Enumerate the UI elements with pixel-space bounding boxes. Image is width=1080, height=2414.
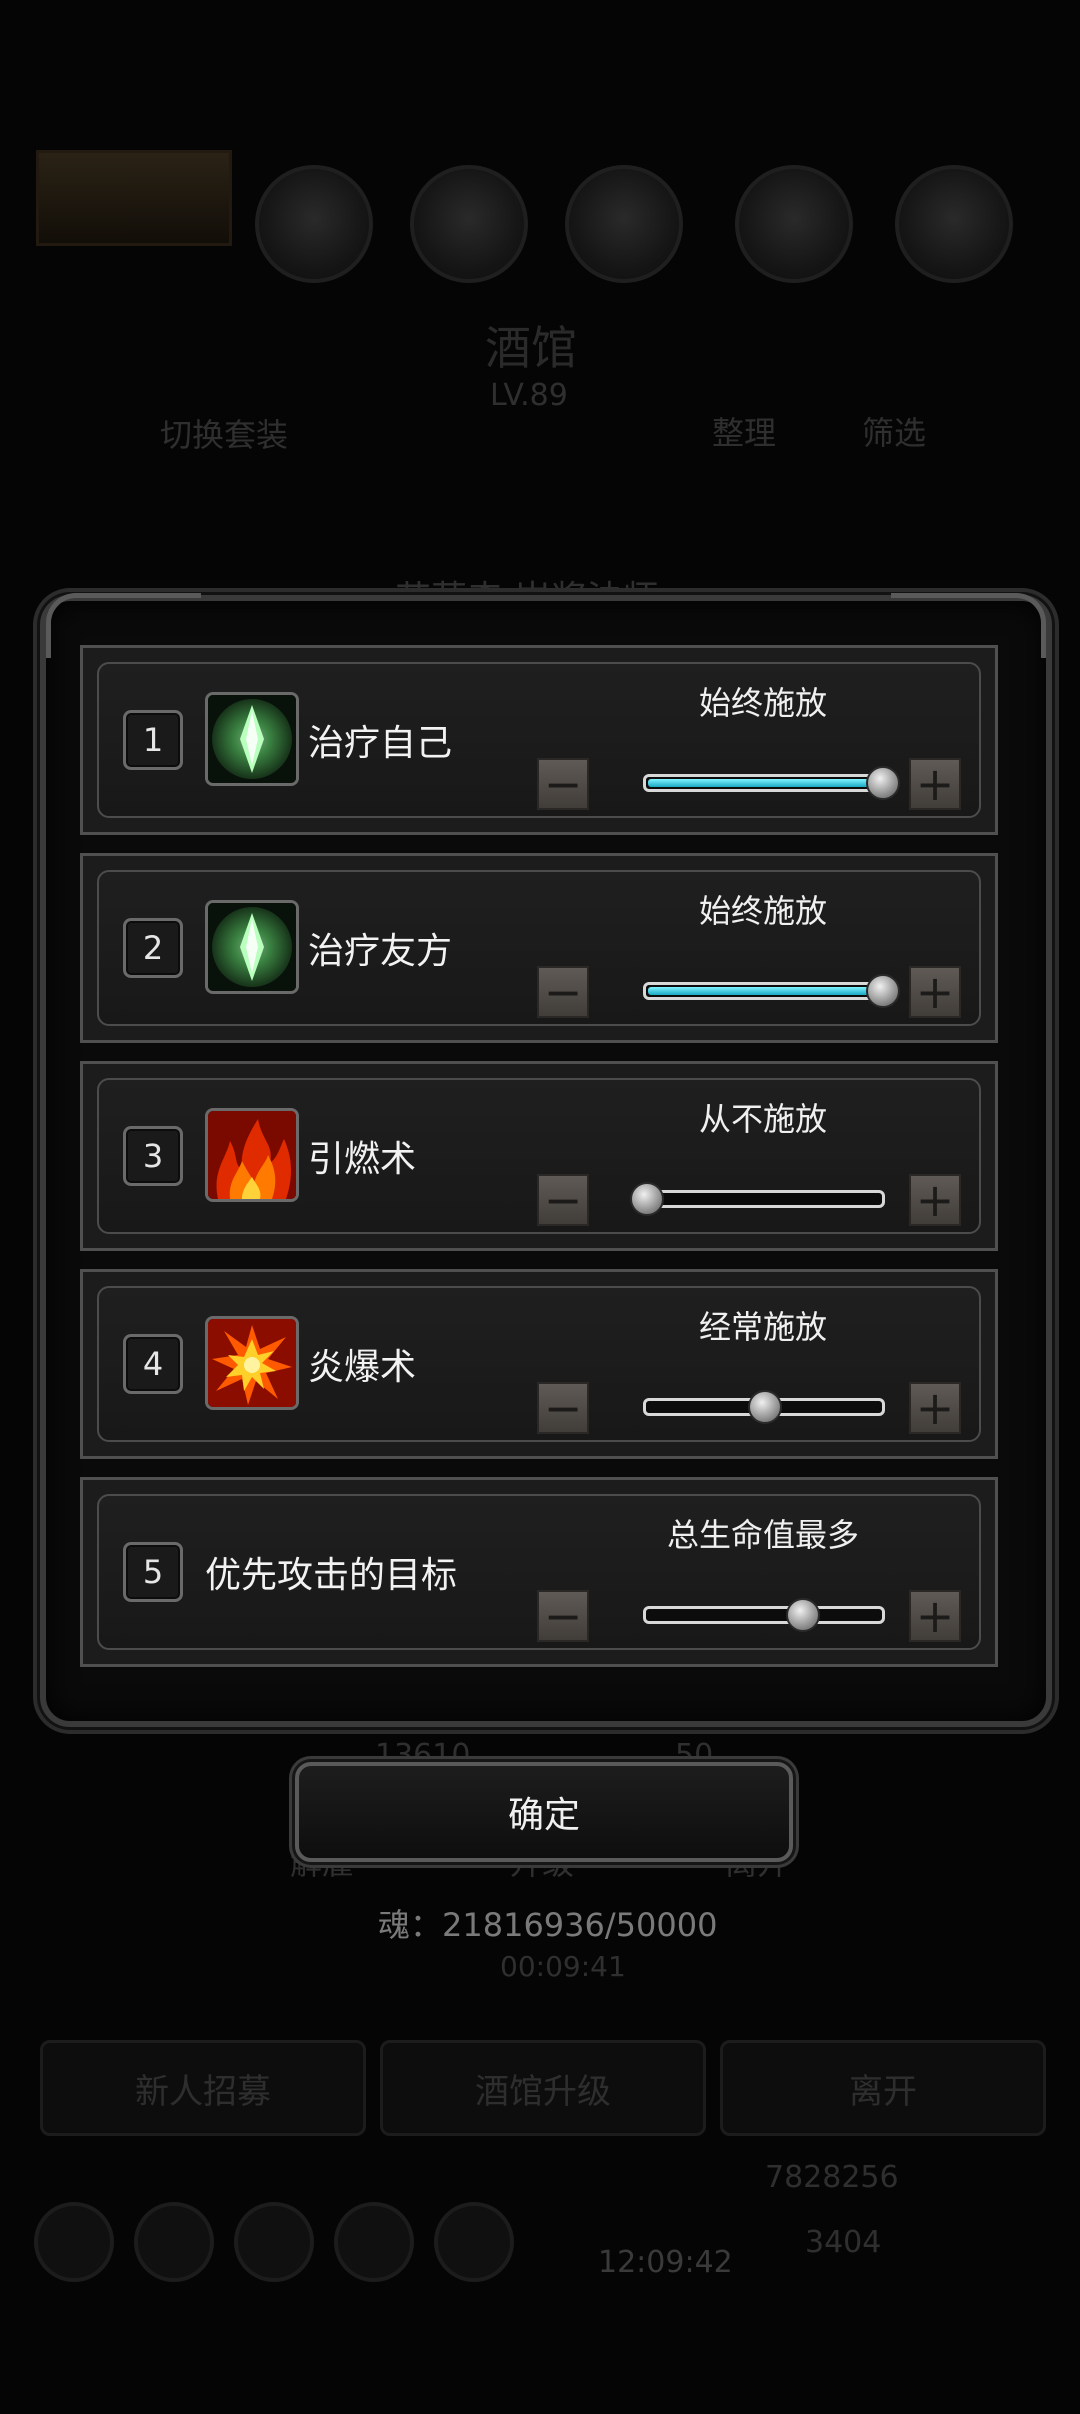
bg-menu-icon	[34, 2202, 114, 2282]
bg-tab-filter: 筛选	[862, 414, 927, 452]
priority-number: 5	[123, 1542, 183, 1602]
skill-row-4: 4 炎爆术 经常施放 − +	[80, 1269, 998, 1459]
slider-knob[interactable]	[630, 1182, 664, 1216]
bg-menu-icon	[234, 2202, 314, 2282]
bg-recruit-button: 新人招募	[40, 2040, 366, 2136]
bg-tavern-upgrade-button: 酒馆升级	[380, 2040, 706, 2136]
increase-button[interactable]: +	[909, 1174, 961, 1226]
frequency-slider[interactable]	[643, 1390, 885, 1424]
decrease-button[interactable]: −	[537, 1382, 589, 1434]
skill-row-1: 1 治疗自己 始终施放 − +	[80, 645, 998, 835]
skill-label: 治疗友方	[308, 931, 453, 972]
skill-label: 治疗自己	[308, 723, 453, 764]
cast-frequency-label: 从不施放	[698, 1100, 827, 1138]
increase-button[interactable]: +	[909, 758, 961, 810]
skill-label: 引燃术	[308, 1139, 417, 1180]
fire-icon	[205, 1108, 299, 1202]
slider-knob[interactable]	[785, 1598, 820, 1632]
cast-frequency-label: 始终施放	[698, 684, 827, 722]
bg-level: LV.89	[490, 378, 568, 413]
bg-category-icon	[565, 165, 683, 283]
skill-row-3: 3 引燃术 从不施放 − +	[80, 1061, 998, 1251]
frequency-slider[interactable]	[643, 974, 900, 1008]
decrease-button[interactable]: −	[537, 966, 589, 1018]
priority-number: 4	[123, 1334, 183, 1394]
increase-button[interactable]: +	[909, 966, 961, 1018]
decrease-button[interactable]: −	[537, 758, 589, 810]
bg-category-icon	[735, 165, 853, 283]
bg-category-icon	[410, 165, 528, 283]
increase-button[interactable]: +	[909, 1382, 961, 1434]
slider-knob[interactable]	[748, 1390, 782, 1424]
skill-label: 优先攻击的目标	[205, 1555, 458, 1596]
cast-frequency-label: 经常施放	[698, 1308, 827, 1346]
decrease-button[interactable]: −	[537, 1174, 589, 1226]
soul-counter: 魂：21816936/50000	[378, 1906, 718, 1944]
skill-label: 炎爆术	[308, 1347, 417, 1388]
heal-crystal-icon	[205, 692, 299, 786]
priority-number: 1	[123, 710, 183, 770]
bg-gems: 3404	[805, 2225, 882, 2260]
slider-fill	[648, 779, 880, 787]
bg-timer: 00:09:41	[500, 1950, 626, 1983]
cast-frequency-label: 总生命值最多	[666, 1516, 859, 1554]
frequency-slider[interactable]	[643, 766, 900, 800]
explosion-icon	[205, 1316, 299, 1410]
slider-knob[interactable]	[866, 766, 900, 800]
bg-tab-sort: 整理	[712, 414, 777, 452]
bg-switch-outfit: 切换套装	[160, 416, 289, 454]
confirm-button[interactable]: 确定	[295, 1762, 793, 1862]
priority-number: 2	[123, 918, 183, 978]
slider-knob[interactable]	[866, 974, 900, 1008]
bg-tavern-title: 酒馆	[485, 321, 577, 375]
bg-menu-icon	[134, 2202, 214, 2282]
bg-category-icon	[895, 165, 1013, 283]
tavern-banner	[36, 150, 232, 246]
bg-clock: 12:09:42	[598, 2245, 733, 2280]
priority-number: 3	[123, 1126, 183, 1186]
slider-fill	[648, 987, 880, 995]
bg-menu-icon	[334, 2202, 414, 2282]
decrease-button[interactable]: −	[537, 1590, 589, 1642]
heal-crystal-icon	[205, 900, 299, 994]
bg-category-icon	[255, 165, 373, 283]
increase-button[interactable]: +	[909, 1590, 961, 1642]
bg-leave-button: 离开	[720, 2040, 1046, 2136]
bg-gold: 7828256	[765, 2160, 899, 2195]
frequency-slider[interactable]	[630, 1182, 885, 1216]
skill-row-2: 2 治疗友方 始终施放 − +	[80, 853, 998, 1043]
skill-row-5: 5 优先攻击的目标 总生命值最多 − +	[80, 1477, 998, 1667]
bg-menu-icon	[434, 2202, 514, 2282]
cast-frequency-label: 始终施放	[698, 892, 827, 930]
frequency-slider[interactable]	[643, 1598, 885, 1632]
